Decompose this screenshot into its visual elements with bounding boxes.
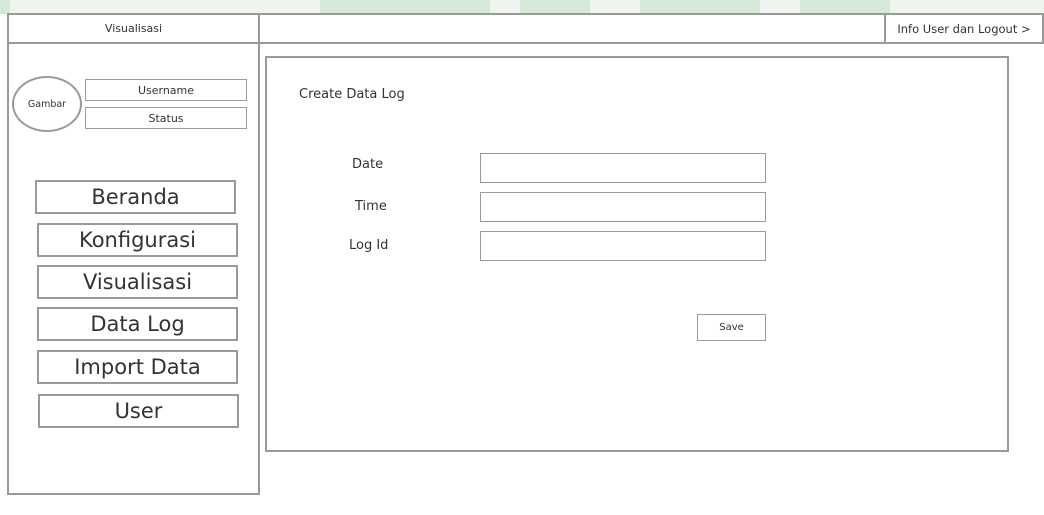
date-input[interactable] — [480, 153, 766, 183]
time-label: Time — [355, 199, 387, 214]
menu-item-import-data[interactable]: Import Data — [37, 350, 238, 384]
date-label: Date — [352, 157, 384, 172]
menu-item-data-log[interactable]: Data Log — [37, 307, 238, 341]
time-input[interactable] — [480, 192, 766, 222]
menu-item-beranda[interactable]: Beranda — [35, 180, 236, 214]
sidebar-title: Visualisasi — [7, 13, 260, 44]
user-logout-link[interactable]: Info User dan Logout > — [884, 13, 1044, 44]
avatar-label: Gambar — [27, 98, 67, 110]
watermark-band — [0, 0, 1044, 14]
menu-item-visualisasi[interactable]: Visualisasi — [37, 265, 238, 299]
log-id-label: Log Id — [349, 238, 389, 253]
form-title: Create Data Log — [299, 87, 405, 102]
menu-item-konfigurasi[interactable]: Konfigurasi — [37, 223, 238, 257]
avatar: Gambar — [12, 76, 82, 132]
save-button[interactable]: Save — [697, 314, 766, 341]
username-field: Username — [85, 79, 247, 101]
status-field: Status — [85, 107, 247, 129]
log-id-input[interactable] — [480, 231, 766, 261]
menu-item-user[interactable]: User — [38, 394, 239, 428]
